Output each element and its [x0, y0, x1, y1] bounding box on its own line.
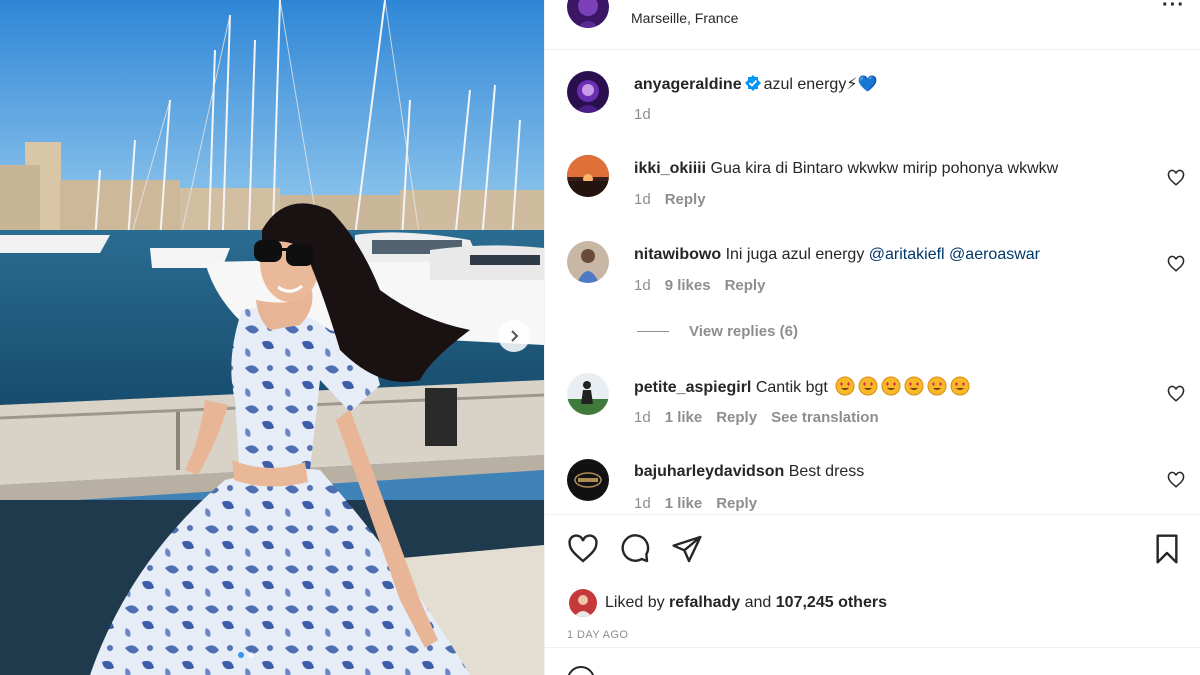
post-date: 1 DAY AGO [567, 629, 629, 641]
commenter-avatar[interactable] [567, 241, 609, 283]
likes-count[interactable]: 107,245 others [776, 594, 887, 612]
caption-body: azul energy⚡💙 [763, 76, 878, 93]
comment-text: nitawibowo Ini juga azul energy @aritaki… [634, 245, 1040, 265]
comment-likes[interactable]: 9 likes [665, 277, 711, 294]
view-replies-line [637, 331, 669, 332]
reply-button[interactable]: Reply [716, 495, 757, 512]
comment-like-icon[interactable] [1167, 385, 1185, 403]
post-actions: Liked by refalhady and 107,245 others 1 … [545, 514, 1200, 675]
author-avatar[interactable] [567, 0, 609, 28]
comment-username[interactable]: ikki_okiiii [634, 160, 706, 177]
likes-summary: Liked by refalhady and 107,245 others [569, 589, 887, 617]
comment-like-icon[interactable] [1167, 255, 1185, 273]
share-icon[interactable] [671, 533, 703, 565]
comment-meta: 1d 1 like Reply [634, 495, 757, 512]
add-comment-bar[interactable] [545, 647, 1200, 675]
view-replies-button[interactable]: View replies (6) [637, 323, 798, 340]
post-location[interactable]: Marseille, France [631, 10, 738, 26]
caption-text: anyageraldine azul energy⚡💙 [634, 75, 877, 95]
more-icon[interactable]: ··· [1162, 0, 1185, 17]
caption-age: 1d [634, 106, 651, 123]
comment-text: ikki_okiiii Gua kira di Bintaro wkwkw mi… [634, 159, 1058, 179]
carousel-dots [238, 652, 254, 658]
emoji-icon[interactable] [567, 666, 595, 675]
comment-meta: 1d Reply [634, 191, 706, 208]
caption-meta: 1d [634, 106, 651, 123]
author-avatar[interactable] [567, 71, 609, 113]
heart-eyes-emoji-icon [950, 376, 970, 396]
comment-age: 1d [634, 495, 651, 512]
likes-and: and [740, 594, 776, 611]
caption-username[interactable]: anyageraldine [634, 76, 742, 93]
save-icon[interactable] [1151, 533, 1183, 565]
comment-like-icon[interactable] [1167, 471, 1185, 489]
heart-eyes-emoji-icon [881, 376, 901, 396]
comment-age: 1d [634, 409, 651, 426]
reply-button[interactable]: Reply [665, 191, 706, 208]
reply-button[interactable]: Reply [725, 277, 766, 294]
commenter-avatar[interactable] [567, 155, 609, 197]
comment-like-icon[interactable] [1167, 169, 1185, 187]
heart-eyes-emoji-icon [858, 376, 878, 396]
post-photo[interactable] [0, 0, 544, 675]
comment-likes[interactable]: 1 like [665, 409, 703, 426]
comment-body: Ini juga azul energy [725, 246, 869, 263]
liker-avatar[interactable] [569, 589, 597, 617]
comment-text: petite_aspiegirl Cantik bgt [634, 376, 970, 398]
comment-username[interactable]: bajuharleydavidson [634, 463, 784, 480]
carousel-dot [238, 652, 244, 658]
carousel-next-button[interactable] [498, 320, 530, 352]
post-image [0, 0, 544, 675]
comments-list[interactable]: anyageraldine azul energy⚡💙 1d ikki_okiii… [545, 51, 1200, 513]
comment-meta: 1d 1 like Reply See translation [634, 409, 879, 426]
comment-body: Gua kira di Bintaro wkwkw mirip pohonya … [710, 160, 1059, 177]
post-side-panel: Marseille, France ··· anyageraldine azul … [544, 0, 1200, 675]
reply-button[interactable]: Reply [716, 409, 757, 426]
comment-meta: 1d 9 likes Reply [634, 277, 765, 294]
mention-link[interactable]: @aritakiefl [869, 246, 945, 263]
post-header: Marseille, France ··· [545, 0, 1200, 50]
mention-link[interactable]: @aeroaswar [949, 246, 1040, 263]
verified-icon [744, 75, 761, 91]
comment-body: Best dress [788, 463, 865, 480]
comment-age: 1d [634, 191, 651, 208]
view-replies-label: View replies (6) [689, 323, 798, 340]
like-icon[interactable] [567, 533, 599, 565]
liker-username[interactable]: refalhady [669, 594, 740, 612]
comment-username[interactable]: petite_aspiegirl [634, 379, 751, 396]
see-translation-button[interactable]: See translation [771, 409, 879, 426]
comment-likes[interactable]: 1 like [665, 495, 703, 512]
heart-eyes-emojis [832, 376, 970, 396]
heart-eyes-emoji-icon [904, 376, 924, 396]
heart-eyes-emoji-icon [927, 376, 947, 396]
commenter-avatar[interactable] [567, 459, 609, 501]
heart-eyes-emoji-icon [835, 376, 855, 396]
comment-text: bajuharleydavidson Best dress [634, 462, 864, 482]
commenter-avatar[interactable] [567, 373, 609, 415]
likes-prefix: Liked by [605, 594, 670, 611]
comment-icon[interactable] [619, 533, 651, 565]
comment-age: 1d [634, 277, 651, 294]
carousel-next-icon [511, 330, 519, 342]
comment-body: Cantik bgt [755, 379, 828, 396]
carousel-dot [248, 652, 254, 658]
comment-username[interactable]: nitawibowo [634, 246, 721, 263]
